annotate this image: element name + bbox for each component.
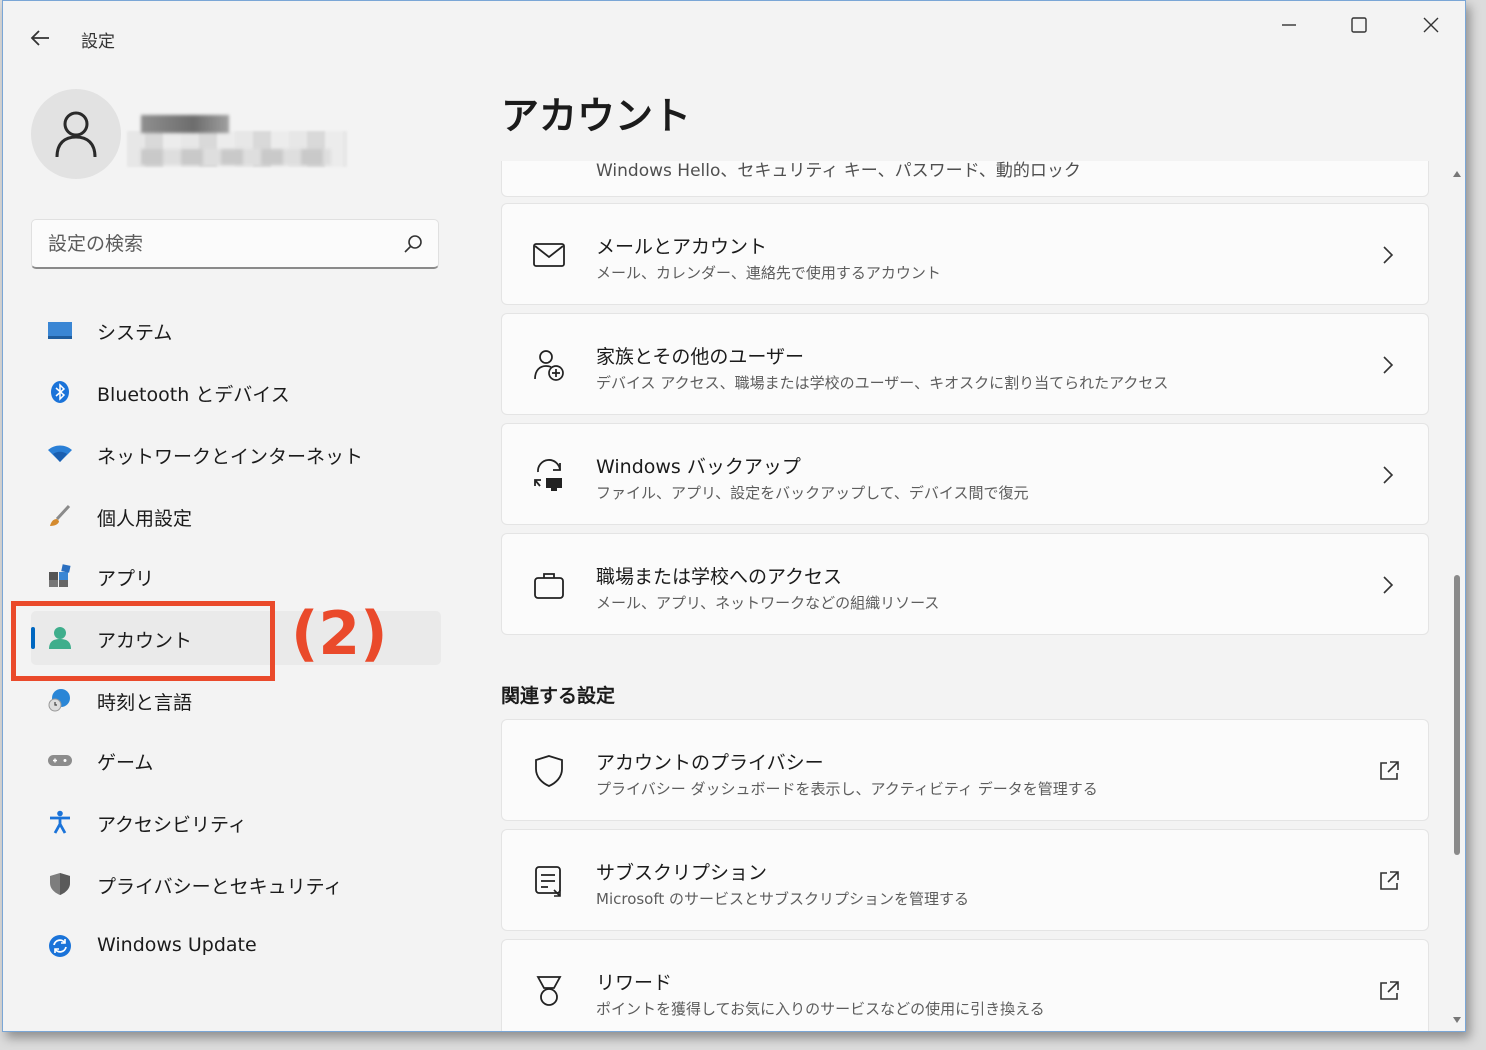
accessibility-icon xyxy=(50,810,70,834)
sidebar-item-gaming[interactable]: ゲーム xyxy=(31,733,441,787)
sidebar-item-apps[interactable]: アプリ xyxy=(31,549,441,603)
card-subtitle: ファイル、アプリ、設定をバックアップして、デバイス間で復元 xyxy=(596,484,1029,502)
card-work-school-access[interactable]: 職場または学校へのアクセス メール、アプリ、ネットワークなどの組織リソース xyxy=(501,533,1429,635)
card-title: 家族とその他のユーザー xyxy=(596,346,805,368)
sidebar-item-bluetooth[interactable]: Bluetooth とデバイス xyxy=(31,365,441,419)
sidebar-item-label: 時刻と言語 xyxy=(97,692,193,714)
card-subtitle: Microsoft のサービスとサブスクリプションを管理する xyxy=(596,890,970,908)
annotation-highlight-box xyxy=(11,601,275,681)
sidebar-item-label: 個人用設定 xyxy=(97,508,193,530)
card-title: 職場または学校へのアクセス xyxy=(596,566,843,588)
account-detail-redacted xyxy=(141,149,331,165)
sidebar-item-system[interactable]: システム xyxy=(31,303,441,357)
card-subtitle: プライバシー ダッシュボードを表示し、アクティビティ データを管理する xyxy=(596,780,1098,798)
app-title: 設定 xyxy=(81,32,115,52)
card-subscriptions[interactable]: サブスクリプション Microsoft のサービスとサブスクリプションを管理する xyxy=(501,829,1429,931)
search-icon[interactable] xyxy=(402,233,424,255)
related-settings-heading: 関連する設定 xyxy=(501,685,616,707)
card-sign-in-options[interactable]: Windows Hello、セキュリティ キー、パスワード、動的ロック xyxy=(501,161,1429,197)
sidebar-item-windows-update[interactable]: Windows Update xyxy=(31,919,441,973)
external-link-icon xyxy=(1380,871,1399,890)
chevron-right-icon xyxy=(1383,246,1394,264)
card-title: アカウントのプライバシー xyxy=(596,752,824,774)
back-button[interactable] xyxy=(27,23,57,53)
backup-icon xyxy=(534,459,562,491)
apps-icon xyxy=(49,564,71,587)
card-title: サブスクリプション xyxy=(596,862,768,884)
external-link-icon xyxy=(1380,761,1399,780)
sidebar-item-privacy[interactable]: プライバシーとセキュリティ xyxy=(31,857,441,911)
sidebar-item-label: アクセシビリティ xyxy=(97,814,247,836)
subscription-icon xyxy=(535,866,561,897)
card-subtitle: Windows Hello、セキュリティ キー、パスワード、動的ロック xyxy=(596,161,1081,181)
card-title: Windows バックアップ xyxy=(596,456,801,478)
gamepad-icon xyxy=(48,755,72,766)
globe-clock-icon xyxy=(48,689,70,712)
account-name-redacted xyxy=(141,115,229,133)
annotation-label: (2) xyxy=(291,599,388,669)
main-content: Windows Hello、セキュリティ キー、パスワード、動的ロック メールと… xyxy=(501,161,1433,1031)
scroll-up-icon[interactable] xyxy=(1452,169,1462,179)
maximize-icon xyxy=(1351,17,1367,33)
sidebar-item-label: アプリ xyxy=(97,568,155,590)
chevron-right-icon xyxy=(1383,576,1394,594)
wifi-icon xyxy=(48,445,72,462)
page-title: アカウント xyxy=(501,94,692,138)
chevron-right-icon xyxy=(1383,466,1394,484)
avatar[interactable] xyxy=(31,89,121,179)
card-rewards[interactable]: リワード ポイントを獲得してお気に入りのサービスなどの使用に引き換える xyxy=(501,939,1429,1031)
scrollbar-thumb[interactable] xyxy=(1454,575,1460,855)
minimize-button[interactable] xyxy=(1255,9,1323,41)
mail-icon xyxy=(533,243,565,267)
monitor-icon xyxy=(48,322,72,339)
shield-outline-icon xyxy=(535,755,563,787)
sidebar-item-accessibility[interactable]: アクセシビリティ xyxy=(31,795,441,849)
reward-icon xyxy=(536,976,562,1006)
card-subtitle: メール、アプリ、ネットワークなどの組織リソース xyxy=(596,594,940,612)
maximize-button[interactable] xyxy=(1325,9,1393,41)
sidebar-item-label: Bluetooth とデバイス xyxy=(97,384,290,406)
sidebar-item-label: システム xyxy=(97,322,173,344)
sidebar-item-label: Windows Update xyxy=(97,934,257,956)
card-subtitle: メール、カレンダー、連絡先で使用するアカウント xyxy=(596,264,941,282)
family-icon xyxy=(534,350,564,381)
search-input[interactable] xyxy=(46,230,390,258)
briefcase-icon xyxy=(534,573,564,599)
card-title: メールとアカウント xyxy=(596,236,768,258)
card-family-users[interactable]: 家族とその他のユーザー デバイス アクセス、職場または学校のユーザー、キオスクに… xyxy=(501,313,1429,415)
sidebar-item-label: プライバシーとセキュリティ xyxy=(97,876,343,898)
card-account-privacy[interactable]: アカウントのプライバシー プライバシー ダッシュボードを表示し、アクティビティ … xyxy=(501,719,1429,821)
bluetooth-icon xyxy=(51,381,69,403)
card-title: リワード xyxy=(596,972,673,994)
card-subtitle: デバイス アクセス、職場または学校のユーザー、キオスクに割り当てられたアクセス xyxy=(596,374,1169,392)
settings-window: 設定 システム Bluetooth とデバ xyxy=(2,0,1466,1032)
vertical-scrollbar[interactable] xyxy=(1449,161,1465,1031)
scroll-down-icon[interactable] xyxy=(1452,1015,1462,1025)
card-windows-backup[interactable]: Windows バックアップ ファイル、アプリ、設定をバックアップして、デバイス… xyxy=(501,423,1429,525)
search-box[interactable] xyxy=(31,219,439,269)
card-subtitle: ポイントを獲得してお気に入りのサービスなどの使用に引き換える xyxy=(596,1000,1045,1018)
brush-icon xyxy=(50,504,71,526)
shield-icon xyxy=(50,873,70,895)
sidebar-item-personalization[interactable]: 個人用設定 xyxy=(31,489,441,543)
sidebar-item-label: ゲーム xyxy=(97,752,154,774)
back-arrow-icon xyxy=(30,30,49,46)
close-button[interactable] xyxy=(1397,9,1465,41)
minimize-icon xyxy=(1282,24,1296,26)
external-link-icon xyxy=(1380,981,1399,1000)
sidebar-item-network[interactable]: ネットワークとインターネット xyxy=(31,427,441,481)
person-icon xyxy=(55,111,97,158)
update-icon xyxy=(49,935,71,957)
sidebar-item-time-language[interactable]: 時刻と言語 xyxy=(31,673,441,727)
close-icon xyxy=(1423,17,1439,33)
sidebar-item-label: ネットワークとインターネット xyxy=(97,446,364,468)
card-email-accounts[interactable]: メールとアカウント メール、カレンダー、連絡先で使用するアカウント xyxy=(501,203,1429,305)
chevron-right-icon xyxy=(1383,356,1394,374)
